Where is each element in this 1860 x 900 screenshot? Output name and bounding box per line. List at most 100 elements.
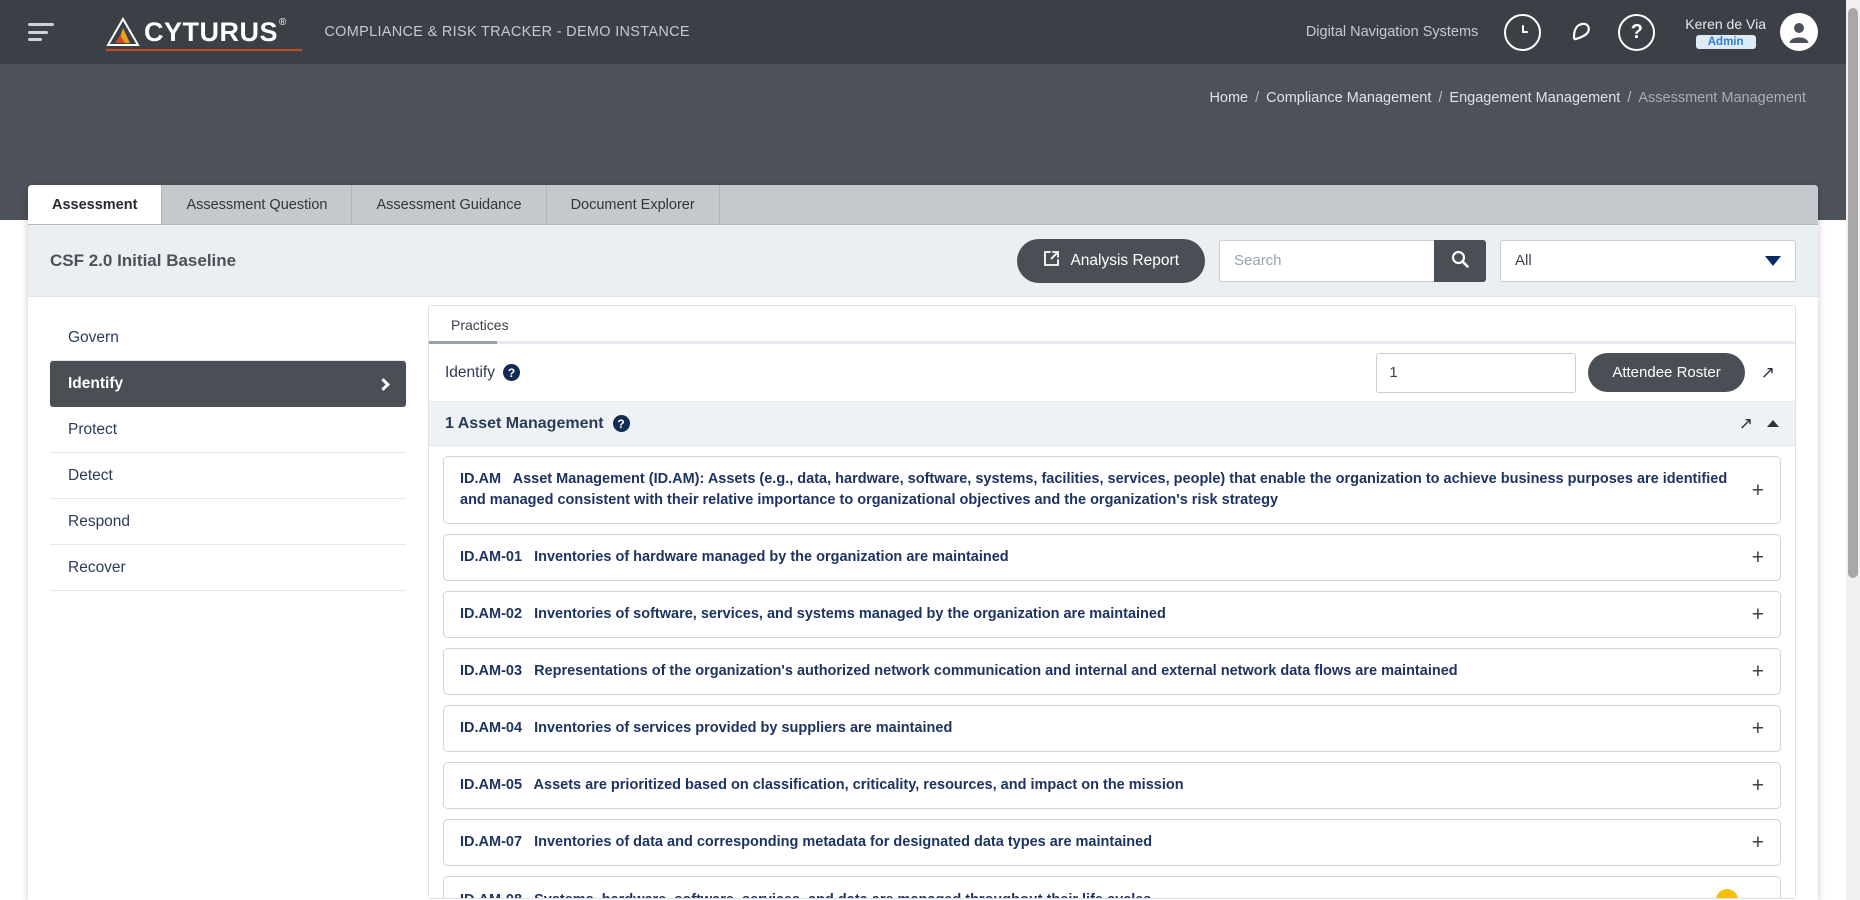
help-icon[interactable]: ?	[502, 364, 520, 381]
expand-row-icon[interactable]: +	[1752, 832, 1764, 853]
breadcrumb-separator: /	[1438, 90, 1443, 106]
tab-assessment[interactable]: Assessment	[28, 185, 163, 224]
baseline-title: CSF 2.0 Initial Baseline	[50, 250, 237, 270]
analysis-report-label: Analysis Report	[1070, 251, 1179, 269]
table-row[interactable]: ID.AM-05 Assets are prioritized based on…	[443, 762, 1781, 810]
table-row[interactable]: ID.AM-02 Inventories of software, servic…	[443, 591, 1781, 639]
sidebar-item-govern[interactable]: Govern	[50, 315, 406, 361]
expand-icon[interactable]: ↗	[1735, 414, 1757, 434]
practice-description: Asset Management (ID.AM): Assets (e.g., …	[460, 471, 1728, 509]
practice-text: ID.AM-07 Inventories of data and corresp…	[460, 832, 1738, 853]
breadcrumb-item-compliance-management[interactable]: Compliance Management	[1266, 90, 1431, 106]
user-role-badge: Admin	[1695, 34, 1756, 49]
brand-logo[interactable]: CYTURUS ®	[106, 16, 302, 51]
practice-text: ID.AM-03 Representations of the organiza…	[460, 661, 1738, 682]
section-header-asset-management: 1 Asset Management ? ↗	[429, 402, 1795, 446]
filter-select[interactable]: All	[1500, 239, 1796, 282]
status-badge	[1715, 889, 1738, 898]
table-row[interactable]: ID.AM-01 Inventories of hardware managed…	[443, 534, 1781, 582]
practice-text: ID.AM-05 Assets are prioritized based on…	[460, 775, 1738, 796]
clock-icon[interactable]	[1504, 13, 1542, 51]
cyturus-mark-icon	[106, 16, 140, 47]
practices-panel: Practices Identify ? Attendee Roster ↗ 1…	[428, 305, 1796, 899]
hamburger-line	[28, 38, 42, 41]
page-scrollbar-thumb[interactable]	[1848, 8, 1858, 578]
bell-icon[interactable]	[1561, 14, 1598, 51]
expand-icon[interactable]: ↗	[1757, 363, 1779, 383]
app-title: COMPLIANCE & RISK TRACKER - DEMO INSTANC…	[324, 24, 690, 40]
row-actions: +	[1752, 604, 1764, 625]
expand-row-icon[interactable]: +	[1752, 718, 1764, 739]
brand-underline	[106, 49, 302, 51]
practice-code: ID.AM	[460, 471, 502, 487]
analysis-report-button[interactable]: Analysis Report	[1017, 238, 1205, 283]
section-actions: ↗	[1735, 414, 1779, 434]
sidebar-item-recover[interactable]: Recover	[50, 545, 406, 591]
expand-row-icon[interactable]: +	[1752, 604, 1764, 625]
table-row[interactable]: ID.AM-04 Inventories of services provide…	[443, 705, 1781, 753]
table-row[interactable]: ID.AM-03 Representations of the organiza…	[443, 648, 1781, 696]
attendee-roster-button[interactable]: Attendee Roster	[1588, 353, 1745, 392]
search-button[interactable]	[1434, 239, 1486, 282]
row-actions: +	[1752, 547, 1764, 568]
hamburger-icon[interactable]	[28, 23, 54, 41]
practice-description: Inventories of hardware managed by the o…	[534, 549, 1009, 566]
sidebar-item-label: Detect	[68, 466, 113, 484]
sidebar-item-detect[interactable]: Detect	[50, 453, 406, 499]
tab-practices[interactable]: Practices	[443, 317, 517, 341]
sidebar-item-protect[interactable]: Protect	[50, 407, 406, 453]
table-row[interactable]: ID.AM-07 Inventories of data and corresp…	[443, 819, 1781, 867]
table-row[interactable]: ID.AM-08 Systems, hardware, software, se…	[443, 876, 1781, 898]
practice-code: ID.AM-05	[460, 777, 523, 794]
avatar[interactable]	[1780, 13, 1818, 51]
breadcrumb-item-engagement-management[interactable]: Engagement Management	[1449, 90, 1620, 106]
card-body: Govern Identify Protect Detect Respond R…	[28, 297, 1818, 899]
tab-document-explorer[interactable]: Document Explorer	[547, 185, 720, 224]
help-icon[interactable]: ?	[612, 415, 630, 432]
brand-registered-mark: ®	[279, 17, 287, 28]
breadcrumb-separator: /	[1255, 90, 1260, 106]
table-row[interactable]: ID.AM Asset Management (ID.AM): Assets (…	[443, 456, 1781, 525]
help-icon[interactable]: ?	[1618, 13, 1656, 51]
hamburger-line	[28, 30, 48, 34]
row-actions: +	[1752, 718, 1764, 739]
top-header-bar: CYTURUS ® COMPLIANCE & RISK TRACKER - DE…	[0, 0, 1846, 64]
practice-text: ID.AM-08 Systems, hardware, software, se…	[460, 890, 1702, 898]
breadcrumb-item-home[interactable]: Home	[1209, 90, 1248, 106]
practice-description: Inventories of software, services, and s…	[534, 606, 1166, 623]
breadcrumb-separator: /	[1627, 90, 1632, 106]
expand-row-icon[interactable]: +	[1752, 480, 1764, 501]
practice-text: ID.AM-02 Inventories of software, servic…	[460, 604, 1738, 625]
sidebar-item-respond[interactable]: Respond	[50, 499, 406, 545]
practices-header-title: Identify ?	[445, 364, 520, 382]
row-actions: −	[1715, 889, 1764, 898]
practice-text: ID.AM Asset Management (ID.AM): Assets (…	[460, 469, 1738, 511]
collapse-row-icon[interactable]: −	[1752, 890, 1764, 898]
sidebar-item-identify[interactable]: Identify	[50, 361, 406, 407]
practice-code: ID.AM-08	[460, 892, 522, 898]
tab-assessment-question[interactable]: Assessment Question	[162, 185, 353, 224]
hamburger-line	[28, 23, 54, 26]
expand-row-icon[interactable]: +	[1752, 775, 1764, 796]
search-input[interactable]	[1219, 239, 1434, 282]
practice-code: ID.AM-03	[460, 663, 523, 680]
expand-row-icon[interactable]: +	[1752, 661, 1764, 682]
user-meta: Keren de Via Admin	[1685, 16, 1766, 49]
page-scrollbar[interactable]	[1846, 0, 1860, 900]
sidebar-item-label: Respond	[68, 512, 131, 530]
organization-name: Digital Navigation Systems	[1305, 24, 1479, 40]
maturity-level-input[interactable]	[1376, 352, 1577, 393]
tab-assessment-guidance[interactable]: Assessment Guidance	[352, 185, 547, 224]
chevron-right-icon	[377, 377, 390, 391]
practice-code: ID.AM-01	[460, 549, 523, 566]
practice-description: Representations of the organization's au…	[534, 663, 1458, 680]
sidebar-item-label: Identify	[68, 375, 124, 392]
user-menu[interactable]: Keren de Via Admin	[1685, 13, 1818, 51]
assessment-toolbar: CSF 2.0 Initial Baseline Analysis Report	[28, 225, 1818, 297]
sidebar-item-label: Recover	[68, 558, 126, 576]
assessment-card: Assessment Assessment Question Assessmen…	[28, 185, 1818, 900]
practice-text: ID.AM-04 Inventories of services provide…	[460, 718, 1738, 739]
chevron-up-icon[interactable]	[1767, 420, 1779, 427]
expand-row-icon[interactable]: +	[1752, 547, 1764, 568]
section-title: 1 Asset Management ?	[445, 415, 630, 433]
